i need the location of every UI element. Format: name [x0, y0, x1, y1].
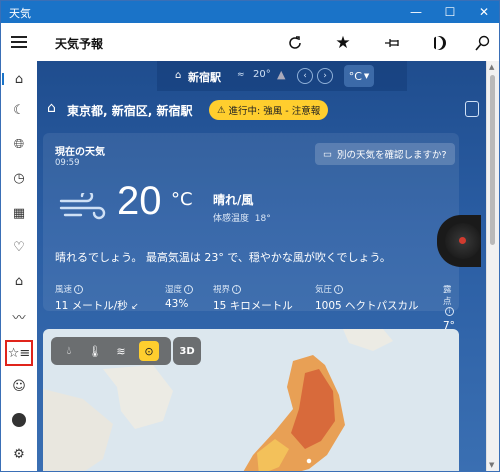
hamburger-icon[interactable] [11, 36, 27, 48]
minimize-button[interactable]: — [399, 1, 433, 23]
rail-trends-icon[interactable]: 〰 [5, 303, 33, 329]
stat-dewpoint: 露点i 7° [443, 283, 459, 332]
rail-life-icon[interactable]: ⌂ [5, 268, 33, 294]
other-weather-label: 別の天気を確認しますか? [336, 150, 447, 161]
home-icon: ⌂ [47, 100, 56, 116]
stat-pressure: 気圧 i 1005 ヘクトパスカル [315, 283, 419, 313]
weather-description: 晴れるでしょう。 最高気温は 23° で、穏やかな風が吹くでしょう。 [55, 251, 391, 264]
radar-blip-icon [459, 237, 466, 244]
stat-visibility: 視界 i 15 キロメートル [213, 283, 293, 313]
rail-heart-icon[interactable]: ♡ [5, 234, 33, 260]
chat-icon: ▭ [323, 148, 332, 160]
weather-alert-badge[interactable]: ⚠ 進行中: 強風 - 注意報 [209, 100, 329, 120]
location-name: 東京都, 新宿区, 新宿駅 [67, 104, 193, 118]
main-content: ⌂ 新宿駅 ≈ 20° ▲ ‹ › °C ▼ ⌂ 東京都, 新宿区, 新宿駅 ⚠ … [37, 61, 489, 471]
wind-map-icon[interactable]: ≋ [111, 341, 131, 361]
info-icon[interactable]: i [232, 285, 242, 294]
scroll-down-icon[interactable]: ▼ [489, 461, 494, 469]
rail-history-icon[interactable]: ◷ [5, 165, 33, 191]
stat-label: 気圧 [315, 285, 333, 295]
unit-dropdown[interactable]: °C ▼ [344, 65, 374, 87]
stat-label: 湿度 [165, 285, 183, 295]
stat-value: 15 キロメートル [213, 300, 293, 312]
map-toolbar: 💧︎ 🌡︎ ≋ ⊙ [51, 337, 171, 365]
rail-emoji-icon[interactable]: ☺ [5, 373, 33, 399]
station-name: 新宿駅 [188, 71, 221, 84]
feels-like-label: 体感温度 [213, 214, 250, 224]
wind-icon [59, 193, 106, 220]
info-icon[interactable]: i [74, 285, 84, 294]
pin-icon[interactable] [381, 31, 405, 55]
refresh-icon[interactable] [283, 31, 307, 55]
stat-value: 1005 ヘクトパスカル [315, 300, 419, 312]
other-weather-button[interactable]: ▭ 別の天気を確認しますか? [315, 143, 455, 165]
3d-button[interactable]: 3D [173, 337, 201, 365]
clouds-icon[interactable]: ⊙ [139, 341, 159, 361]
app-header: 天気予報 ★ [1, 23, 499, 62]
temperature-icon[interactable]: 🌡︎ [85, 341, 105, 361]
close-button[interactable]: ✕ [467, 1, 499, 23]
maximize-button[interactable]: ☐ [433, 1, 467, 23]
home-icon: ⌂ [175, 70, 182, 81]
chevron-down-icon: ▼ [363, 72, 370, 80]
title-bar: 天気 — ☐ ✕ [1, 1, 499, 23]
strip-temperature: 20° [253, 69, 271, 80]
alert-text: 進行中: 強風 - 注意報 [228, 106, 321, 117]
info-icon[interactable]: i [184, 285, 194, 294]
feels-like: 体感温度 18° [213, 211, 271, 224]
current-weather-time: 09:59 [55, 158, 80, 168]
next-location-button[interactable]: › [317, 68, 333, 84]
scroll-up-icon[interactable]: ▲ [489, 63, 494, 71]
location-row: ⌂ 東京都, 新宿区, 新宿駅 ⚠ 進行中: 強風 - 注意報 [37, 97, 489, 121]
scroll-thumb[interactable] [490, 75, 495, 245]
stat-humidity: 湿度 i 43% [165, 283, 194, 310]
current-weather-title: 現在の天気 [55, 147, 105, 158]
alert-icon: ⚠ [217, 104, 226, 116]
stat-value: 11 メートル/秒 [55, 300, 128, 312]
current-temperature: 20 [117, 179, 162, 223]
stat-value: 43% [165, 298, 189, 310]
unit-label: °C [348, 69, 362, 83]
prev-location-button[interactable]: ‹ [297, 68, 313, 84]
precipitation-icon[interactable]: 💧︎ [59, 341, 79, 361]
left-navigation-rail: ⌂ ☾ 🌐︎ ◷ ▦ ♡ ⌂ 〰 ☆≡ ☺ ⚙ [1, 61, 37, 471]
rail-home-icon[interactable]: ⌂ [2, 66, 33, 92]
app-title: 天気予報 [55, 37, 104, 51]
rail-favorites-list-icon[interactable]: ☆≡ [5, 340, 33, 366]
stat-label: 露点 [443, 285, 452, 307]
stat-wind: 風速 i 11 メートル/秒 ↙ [55, 283, 139, 313]
warning-icon: ▲ [277, 68, 286, 81]
weather-map[interactable]: 💧︎ 🌡︎ ≋ ⊙ 3D [43, 329, 459, 471]
info-icon[interactable]: i [334, 285, 344, 294]
rail-settings-icon[interactable]: ⚙ [5, 441, 33, 467]
vertical-scrollbar[interactable]: ▲ ▼ [486, 61, 499, 471]
stat-label: 風速 [55, 285, 73, 295]
weather-window: 天気 — ☐ ✕ 天気予報 ★ ⌂ ☾ 🌐︎ ◷ ▦ ♡ ⌂ 〰 ☆≡ ☺ ⚙ … [0, 0, 500, 472]
rail-maps-icon[interactable]: 🌐︎ [5, 131, 33, 157]
weather-condition: 晴れ/風 [213, 193, 254, 207]
location-strip: ⌂ 新宿駅 ≈ 20° ▲ ‹ › °C ▼ [157, 61, 407, 91]
feels-like-value: 18° [254, 214, 271, 224]
window-title: 天気 [9, 7, 31, 20]
rail-user-icon[interactable] [5, 407, 33, 433]
info-icon[interactable]: i [445, 307, 454, 316]
stat-label: 視界 [213, 285, 231, 295]
wind-icon: ≈ [237, 70, 245, 80]
phone-icon[interactable] [465, 101, 479, 117]
current-weather-card: 現在の天気 09:59 ▭ 別の天気を確認しますか? 20 °C 晴れ/風 体感… [43, 133, 459, 332]
star-icon[interactable]: ★ [331, 31, 355, 55]
radar-widget[interactable] [437, 215, 481, 267]
moon-icon[interactable] [429, 31, 453, 55]
rail-calendar-icon[interactable]: ▦ [5, 200, 33, 226]
temperature-unit: °C [171, 189, 193, 210]
wind-direction-icon: ↙ [131, 302, 139, 312]
search-icon[interactable] [471, 31, 495, 55]
rail-forecast-icon[interactable]: ☾ [5, 97, 33, 123]
